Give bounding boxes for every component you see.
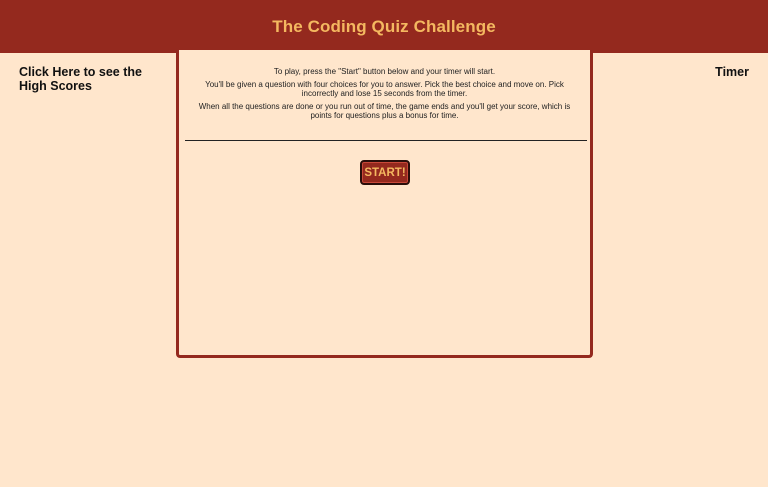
page-title: The Coding Quiz Challenge xyxy=(272,16,496,36)
instructions: To play, press the "Start" button below … xyxy=(187,67,582,124)
start-button[interactable]: START! xyxy=(360,160,410,185)
divider xyxy=(185,140,587,141)
instruction-line: When all the questions are done or you r… xyxy=(198,101,571,121)
instruction-line: To play, press the "Start" button below … xyxy=(273,67,496,76)
instruction-line: You'll be given a question with four cho… xyxy=(205,79,564,99)
timer-label: Timer xyxy=(715,65,749,79)
quiz-container: To play, press the "Start" button below … xyxy=(176,50,593,358)
page-header: The Coding Quiz Challenge xyxy=(0,0,768,53)
highscores-link[interactable]: Click Here to see the High Scores xyxy=(19,65,169,93)
